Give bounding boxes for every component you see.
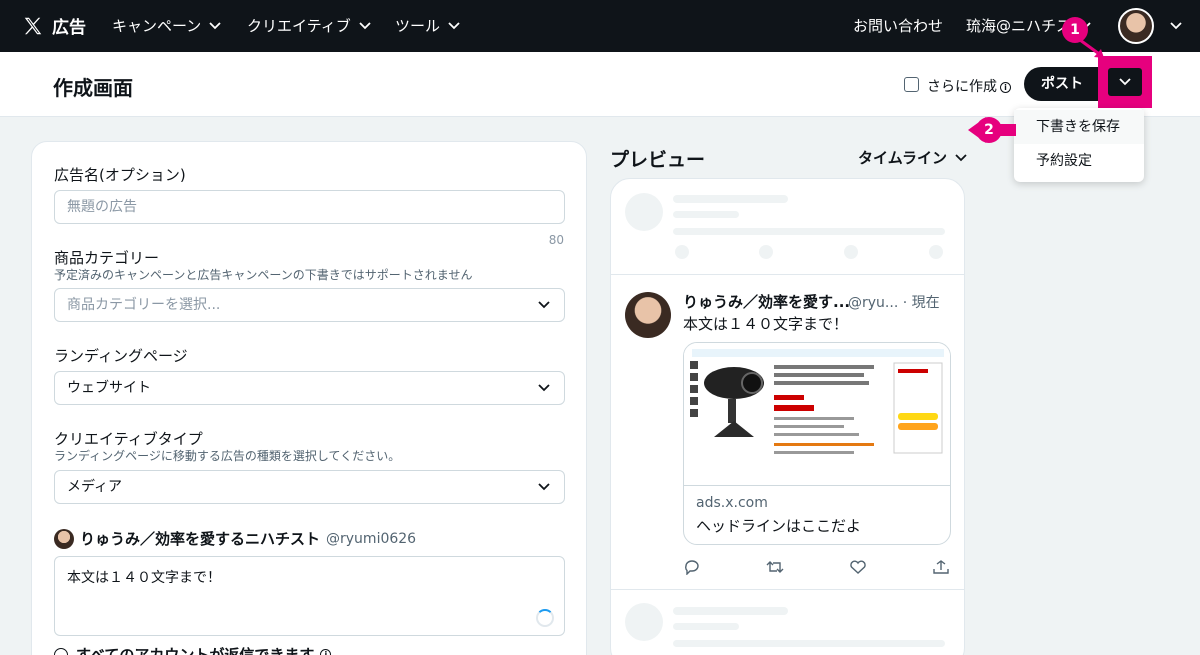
author-name: りゅうみ／効率を愛するニハチスト (80, 530, 321, 548)
reply-setting[interactable]: すべてのアカウントが返信できます i (54, 644, 332, 655)
retweet-icon[interactable] (766, 559, 784, 575)
preview-card: りゅうみ／効率を愛す... @ryu... · 現在 本文は１４０文字まで！ a… (610, 178, 965, 655)
nav-contact-label: お問い合わせ (853, 17, 944, 35)
preview-title: プレビュー (610, 149, 706, 171)
post-options-highlight (1098, 56, 1152, 108)
product-page-thumbnail-icon (690, 349, 944, 454)
body-textarea[interactable]: 本文は１４０文字まで！ (54, 556, 565, 636)
skeleton-avatar (625, 193, 663, 231)
create-more-label-wrap: さらに作成 i (927, 76, 1011, 96)
callout-arrow-1 (1079, 38, 1104, 58)
skeleton-dot (929, 245, 943, 259)
tweet-name: りゅうみ／効率を愛す... (683, 293, 851, 311)
skeleton-line (673, 640, 945, 647)
reply-icon[interactable] (683, 559, 701, 575)
media-image (684, 343, 950, 486)
creative-type-value: メディア (67, 479, 123, 495)
skeleton-line (673, 228, 945, 235)
nav-creatives-label: クリエイティブ (247, 17, 351, 35)
chevron-down-icon (359, 21, 371, 29)
author-avatar (54, 528, 74, 549)
skeleton-line (673, 211, 739, 218)
ad-name-label: 広告名(オプション) (54, 166, 186, 184)
chevron-down-icon[interactable] (1170, 22, 1182, 30)
category-note: 予定済みのキャンペーンと広告キャンペーンの下書きではサポートされません (54, 268, 473, 282)
landing-page-value: ウェブサイト (67, 380, 151, 396)
category-placeholder: 商品カテゴリーを選択... (67, 297, 221, 313)
tweet-avatar (625, 292, 671, 338)
body-text: 本文は１４０文字まで！ (67, 570, 221, 586)
landing-page-select[interactable]: ウェブサイト (54, 371, 565, 405)
globe-icon (54, 647, 68, 655)
chevron-down-icon (209, 21, 221, 29)
nav-tools[interactable]: ツール (395, 15, 460, 36)
category-label: 商品カテゴリー (54, 249, 160, 267)
skeleton-line (673, 623, 739, 630)
user-avatar[interactable] (1118, 8, 1154, 44)
top-nav: 広告 キャンペーン クリエイティブ ツール お問い合わせ 琉海@ニハチス (0, 0, 1200, 52)
char-count-ring-icon (536, 609, 554, 627)
nav-campaigns-label: キャンペーン (112, 17, 202, 35)
tweet-handle: @ryu... · 現在 (848, 295, 940, 311)
category-select[interactable]: 商品カテゴリーを選択... (54, 288, 565, 322)
post-options-menu: 下書きを保存 予約設定 (1014, 108, 1144, 182)
divider (611, 274, 964, 275)
skeleton-line (673, 195, 788, 203)
share-icon[interactable] (932, 559, 950, 575)
skeleton-dot (844, 245, 858, 259)
skeleton-avatar (625, 603, 663, 641)
info-icon[interactable]: i (320, 649, 332, 655)
chevron-down-icon (538, 483, 550, 491)
ad-name-placeholder: 無題の広告 (67, 199, 137, 215)
nav-account-label: 琉海@ニハチス (966, 17, 1072, 35)
post-button[interactable]: ポスト (1024, 67, 1100, 101)
chevron-down-icon (955, 153, 967, 161)
nav-tools-label: ツール (395, 17, 441, 35)
brand-label: 広告 (52, 18, 86, 38)
skeleton-dot (759, 245, 773, 259)
card-headline: ヘッドラインはここだよ (696, 517, 862, 535)
skeleton-dot (675, 245, 689, 259)
ad-name-counter: 80 (548, 233, 564, 247)
nav-campaigns[interactable]: キャンペーン (112, 15, 221, 36)
creative-type-select[interactable]: メディア (54, 470, 565, 504)
nav-contact[interactable]: お問い合わせ (853, 15, 943, 36)
nav-creatives[interactable]: クリエイティブ (247, 15, 371, 36)
create-more-checkbox[interactable] (904, 77, 919, 92)
info-icon[interactable]: i (1000, 82, 1011, 93)
create-more-label: さらに作成 (927, 79, 997, 95)
menu-item-save-draft[interactable]: 下書きを保存 (1014, 110, 1144, 144)
tweet-text: 本文は１４０文字まで！ (683, 315, 849, 333)
tweet-media-card[interactable]: ads.x.com ヘッドラインはここだよ (683, 342, 951, 545)
preview-mode-label: タイムライン (858, 149, 947, 167)
creative-type-note: ランディングページに移動する広告の種類を選択してください。 (54, 449, 401, 463)
landing-page-label: ランディングページ (54, 347, 188, 365)
chevron-down-icon (1119, 78, 1131, 86)
callout-badge-2: 2 (976, 117, 1002, 143)
page-title: 作成画面 (53, 76, 133, 100)
x-logo-icon (24, 17, 42, 34)
x-ads-logo[interactable]: 広告 (22, 13, 86, 38)
author-row: りゅうみ／効率を愛するニハチスト @ryumi0626 (54, 528, 416, 549)
chevron-down-icon (538, 384, 550, 392)
creative-type-label: クリエイティブタイプ (54, 430, 203, 448)
preview-mode-select[interactable]: タイムライン (858, 147, 967, 168)
post-options-button[interactable] (1108, 68, 1142, 96)
chevron-down-icon (538, 301, 550, 309)
card-domain: ads.x.com (696, 495, 768, 511)
menu-item-schedule[interactable]: 予約設定 (1014, 144, 1144, 178)
divider (611, 589, 964, 590)
skeleton-line (673, 607, 788, 615)
reply-setting-label: すべてのアカウントが返信できます (76, 646, 315, 655)
ad-form-panel: 広告名(オプション) 無題の広告 80 商品カテゴリー 予定済みのキャンペーンと… (31, 141, 587, 655)
ad-name-input[interactable]: 無題の広告 (54, 190, 565, 224)
author-handle: @ryumi0626 (326, 530, 417, 547)
like-icon[interactable] (849, 559, 867, 575)
chevron-down-icon (448, 21, 460, 29)
